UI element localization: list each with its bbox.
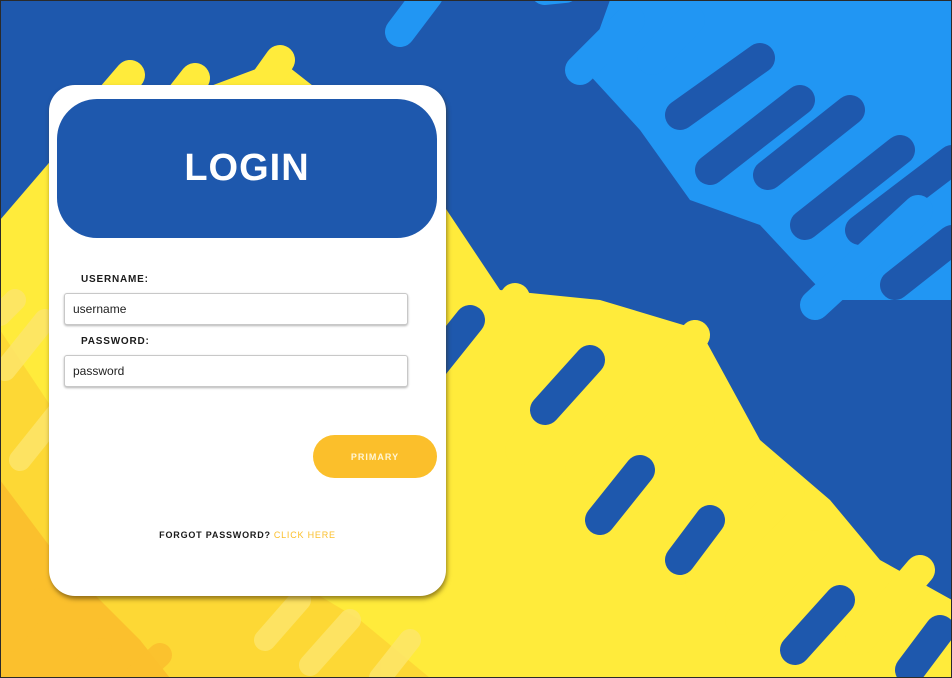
primary-button[interactable]: PRIMARY (313, 435, 437, 478)
forgot-password-text: FORGOT PASSWORD? (159, 530, 271, 540)
password-input[interactable] (64, 355, 408, 387)
forgot-password-link[interactable]: CLICK HERE (274, 530, 336, 540)
login-header: LOGIN (57, 99, 437, 238)
username-label: USERNAME: (81, 274, 149, 285)
forgot-password-row: FORGOT PASSWORD? CLICK HERE (49, 530, 446, 540)
login-card: LOGIN USERNAME: PASSWORD: PRIMARY FORGOT… (49, 85, 446, 596)
login-title: LOGIN (184, 147, 310, 189)
password-label: PASSWORD: (81, 336, 150, 347)
username-input[interactable] (64, 293, 408, 325)
